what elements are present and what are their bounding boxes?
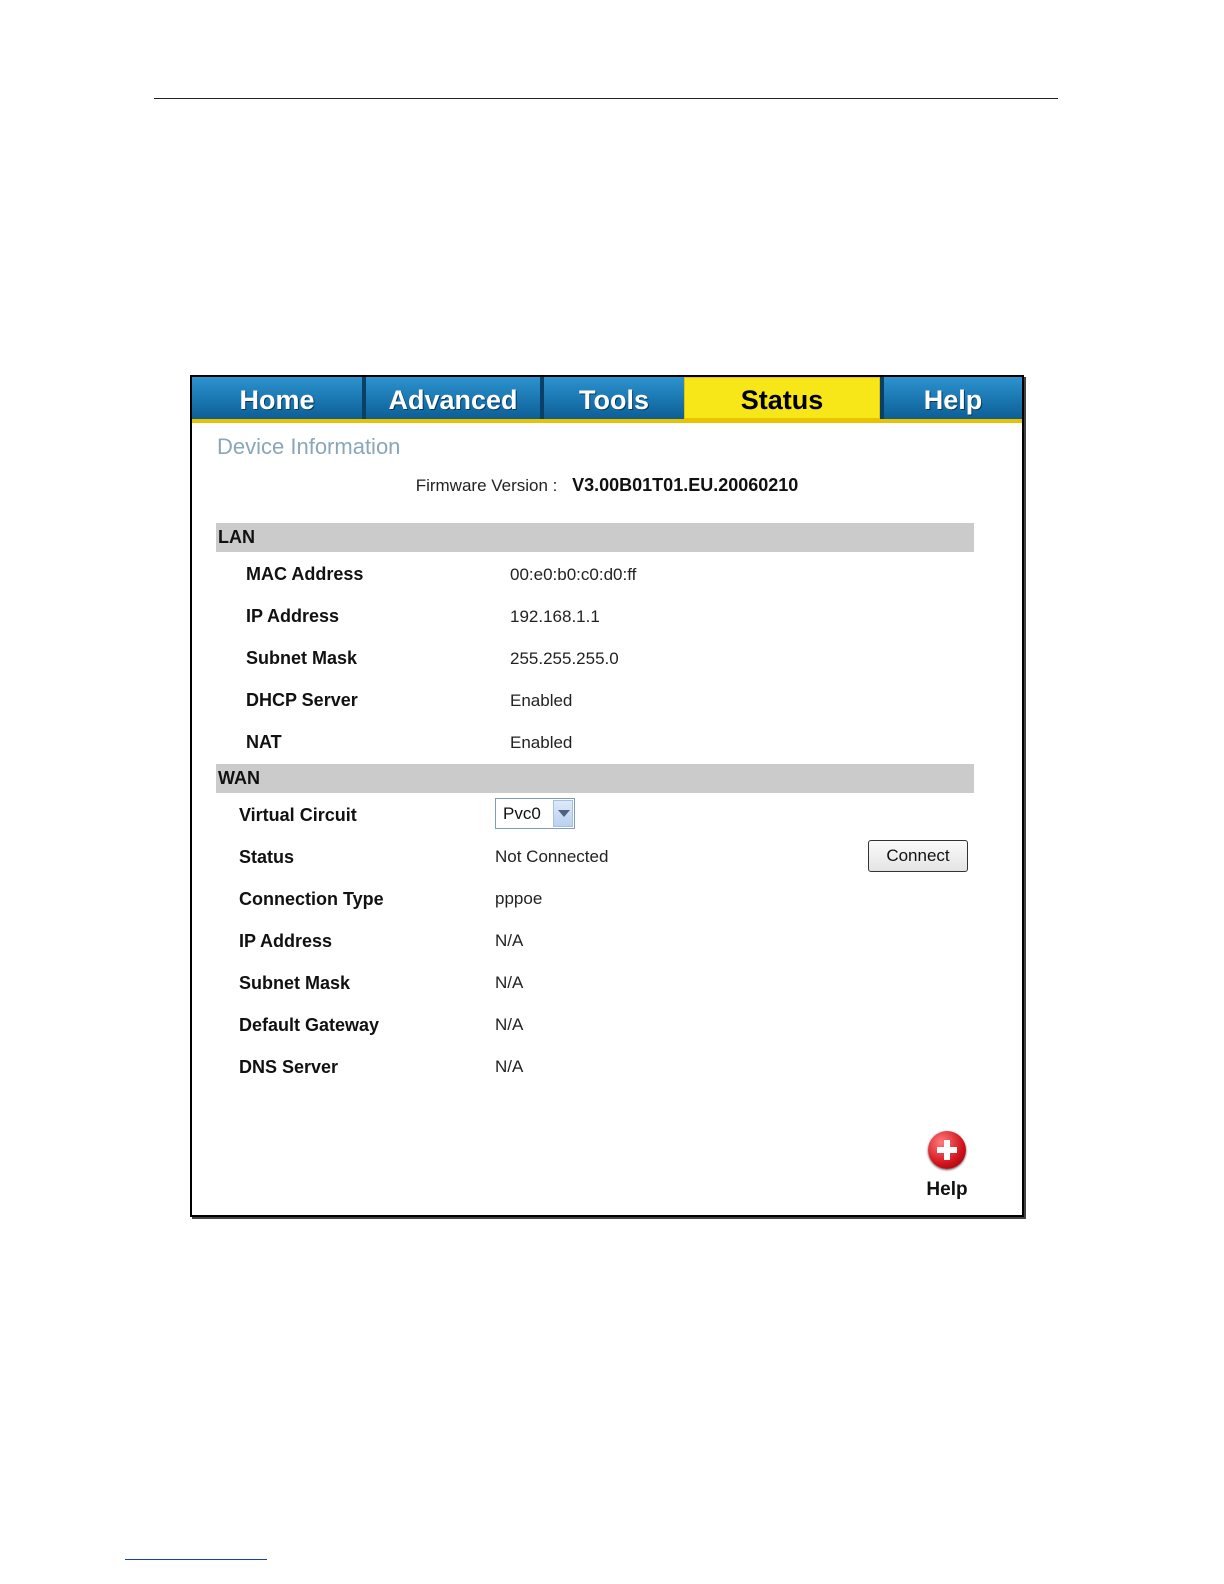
wan-connection-type-label: Connection Type [239,889,384,909]
wan-subnet-label: Subnet Mask [239,973,351,993]
lan-nat-value: Enabled [510,733,573,752]
virtual-circuit-select[interactable]: Pvc0 [495,798,575,829]
router-status-window: Home Advanced Tools Status Help Device I… [190,375,1024,1217]
help-label: Help [926,1179,968,1200]
lan-subnet-label: Subnet Mask [246,648,358,668]
lan-subnet-value: 255.255.255.0 [510,649,619,668]
wan-dns-value: N/A [495,1057,524,1076]
tab-home[interactable]: Home [192,377,362,419]
tab-status[interactable]: Status [684,377,880,419]
wan-connection-type-value: pppoe [495,889,543,908]
connect-button[interactable]: Connect [868,840,968,872]
wan-section-header: WAN [216,764,974,793]
lan-section-header: LAN [216,523,974,552]
page-top-rule [154,98,1058,99]
wan-subnet-value: N/A [495,973,524,992]
lan-dhcp-label: DHCP Server [246,690,358,710]
help-link[interactable]: Help [920,1131,974,1207]
tab-advanced[interactable]: Advanced [366,377,540,419]
wan-gateway-value: N/A [495,1015,524,1034]
lan-ip-value: 192.168.1.1 [510,607,600,626]
lan-ip-label: IP Address [246,606,340,626]
wan-status-label: Status [239,847,295,867]
lan-mac-value: 00:e0:b0:c0:d0:ff [510,565,637,584]
firmware-value: V3.00B01T01.EU.20060210 [572,475,799,495]
lan-mac-label: MAC Address [246,564,364,584]
wan-virtual-circuit-label: Virtual Circuit [239,805,357,825]
wan-gateway-label: Default Gateway [239,1015,380,1035]
lan-dhcp-value: Enabled [510,691,573,710]
plus-circle-icon[interactable] [928,1131,966,1169]
wan-ip-label: IP Address [239,931,333,951]
wan-status-value: Not Connected [495,847,609,866]
tab-tools[interactable]: Tools [544,377,684,419]
virtual-circuit-selected: Pvc0 [503,804,541,823]
tab-bar: Home Advanced Tools Status Help [192,377,1022,423]
firmware-label: Firmware Version : [415,476,558,495]
wan-dns-label: DNS Server [239,1057,339,1077]
lan-nat-label: NAT [246,732,282,752]
footnote-rule [125,1559,267,1560]
firmware-version: Firmware Version : V3.00B01T01.EU.200602… [192,475,1022,496]
chevron-down-icon[interactable] [553,800,573,827]
page-title: Device Information [217,434,401,459]
wan-ip-value: N/A [495,931,524,950]
tab-help[interactable]: Help [884,377,1022,419]
